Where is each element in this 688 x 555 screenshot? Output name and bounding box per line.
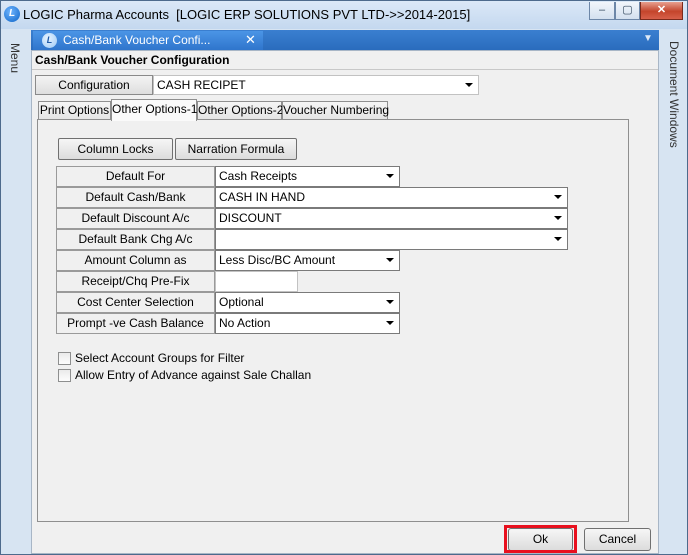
document-tab-title: Cash/Bank Voucher Confi... [63,33,211,47]
tab-other-options-2[interactable]: Other Options-2 [197,101,283,120]
default-for-select[interactable]: Cash Receipts [215,166,400,187]
narration-formula-button[interactable]: Narration Formula [175,138,297,160]
checkbox-label: Select Account Groups for Filter [75,351,245,365]
chevron-down-icon [554,216,562,220]
chevron-down-icon [386,300,394,304]
tab-print-options[interactable]: Print Options [38,101,111,120]
cost-center-select[interactable]: Optional [215,292,400,313]
checkbox-label: Allow Entry of Advance against Sale Chal… [75,368,312,382]
default-cash-bank-select[interactable]: CASH IN HAND [215,187,568,208]
minimize-button[interactable]: – [589,2,615,20]
tab-voucher-numbering[interactable]: Voucher Numbering [282,101,389,120]
select-account-groups-checkbox[interactable] [58,352,71,365]
amount-column-select[interactable]: Less Disc/BC Amount [215,250,400,271]
field-value: No Action [219,316,271,330]
document-tab-strip: L Cash/Bank Voucher Confi... ✕ ▼ [31,30,659,50]
menu-side-panel[interactable]: Menu [1,29,29,554]
field-row-default-for: Default For Cash Receipts [56,166,568,187]
field-value: Optional [219,295,264,309]
field-value: CASH IN HAND [219,190,306,204]
document-windows-panel[interactable]: Document Windows [661,29,687,554]
field-row-default-cash-bank: Default Cash/Bank CASH IN HAND [56,187,568,208]
field-value: Cash Receipts [219,169,298,183]
chevron-down-icon [465,83,473,87]
configuration-select[interactable]: CASH RECIPET [153,75,479,95]
field-row-amount-column: Amount Column as Less Disc/BC Amount [56,250,568,271]
field-label: Cost Center Selection [56,292,215,313]
form-title: Cash/Bank Voucher Configuration [35,53,230,67]
form-content: Cash/Bank Voucher Configuration Configur… [31,50,659,554]
receipt-prefix-input[interactable] [215,271,298,292]
close-window-button[interactable]: ✕ [640,2,683,20]
chevron-down-icon [386,258,394,262]
menu-label: Menu [8,43,22,74]
field-row-default-bank-chg: Default Bank Chg A/c [56,229,568,250]
field-row-default-discount: Default Discount A/c DISCOUNT [56,208,568,229]
prompt-cash-balance-select[interactable]: No Action [215,313,400,334]
field-row-receipt-prefix: Receipt/Chq Pre-Fix [56,271,568,292]
document-windows-label: Document Windows [667,41,681,148]
window-title: LOGIC Pharma Accounts [LOGIC ERP SOLUTIO… [23,7,471,22]
field-row-prompt-cash-balance: Prompt -ve Cash Balance No Action [56,313,568,334]
field-label: Amount Column as [56,250,215,271]
field-value: DISCOUNT [219,211,282,225]
field-value: Less Disc/BC Amount [219,253,336,267]
maximize-button[interactable]: ▢ [615,2,640,20]
field-row-cost-center: Cost Center Selection Optional [56,292,568,313]
field-label: Default For [56,166,215,187]
ok-button-highlight [504,525,577,553]
tab-list-chevron-icon[interactable]: ▼ [643,33,653,44]
field-label: Default Bank Chg A/c [56,229,215,250]
default-bank-chg-select[interactable] [215,229,568,250]
app-window: L LOGIC Pharma Accounts [LOGIC ERP SOLUT… [0,0,688,555]
chevron-down-icon [554,195,562,199]
default-discount-select[interactable]: DISCOUNT [215,208,568,229]
chevron-down-icon [554,237,562,241]
app-logo-icon: L [4,6,20,22]
column-locks-button[interactable]: Column Locks [58,138,173,160]
document-tab[interactable]: L Cash/Bank Voucher Confi... ✕ [33,31,263,50]
field-label: Default Cash/Bank [56,187,215,208]
allow-advance-checkbox[interactable] [58,369,71,382]
close-tab-icon[interactable]: ✕ [245,32,256,48]
tab-other-options-1[interactable]: Other Options-1 [111,99,197,121]
chevron-down-icon [386,174,394,178]
document-logo-icon: L [42,33,57,48]
field-label: Prompt -ve Cash Balance [56,313,215,334]
chevron-down-icon [386,321,394,325]
title-bar: L LOGIC Pharma Accounts [LOGIC ERP SOLUT… [1,1,687,29]
configuration-value: CASH RECIPET [157,78,246,92]
configuration-button[interactable]: Configuration [35,75,153,95]
field-label: Default Discount A/c [56,208,215,229]
cancel-button[interactable]: Cancel [584,528,651,551]
title-divider [32,69,658,70]
field-label: Receipt/Chq Pre-Fix [56,271,215,292]
tab-panel: Column Locks Narration Formula Default F… [37,119,629,522]
